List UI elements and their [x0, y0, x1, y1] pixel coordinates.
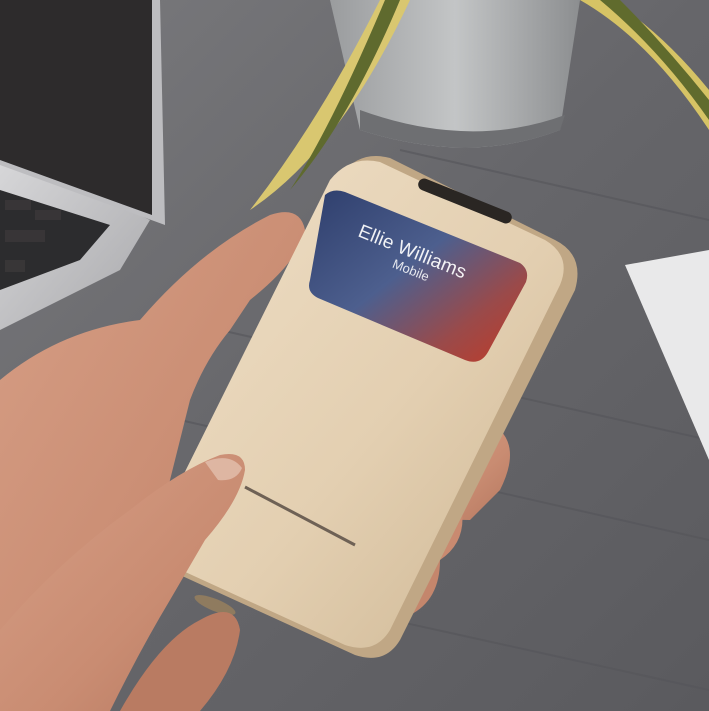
product-photo: Ellie Williams Mobile [0, 0, 709, 711]
photo-illustration [0, 0, 709, 711]
